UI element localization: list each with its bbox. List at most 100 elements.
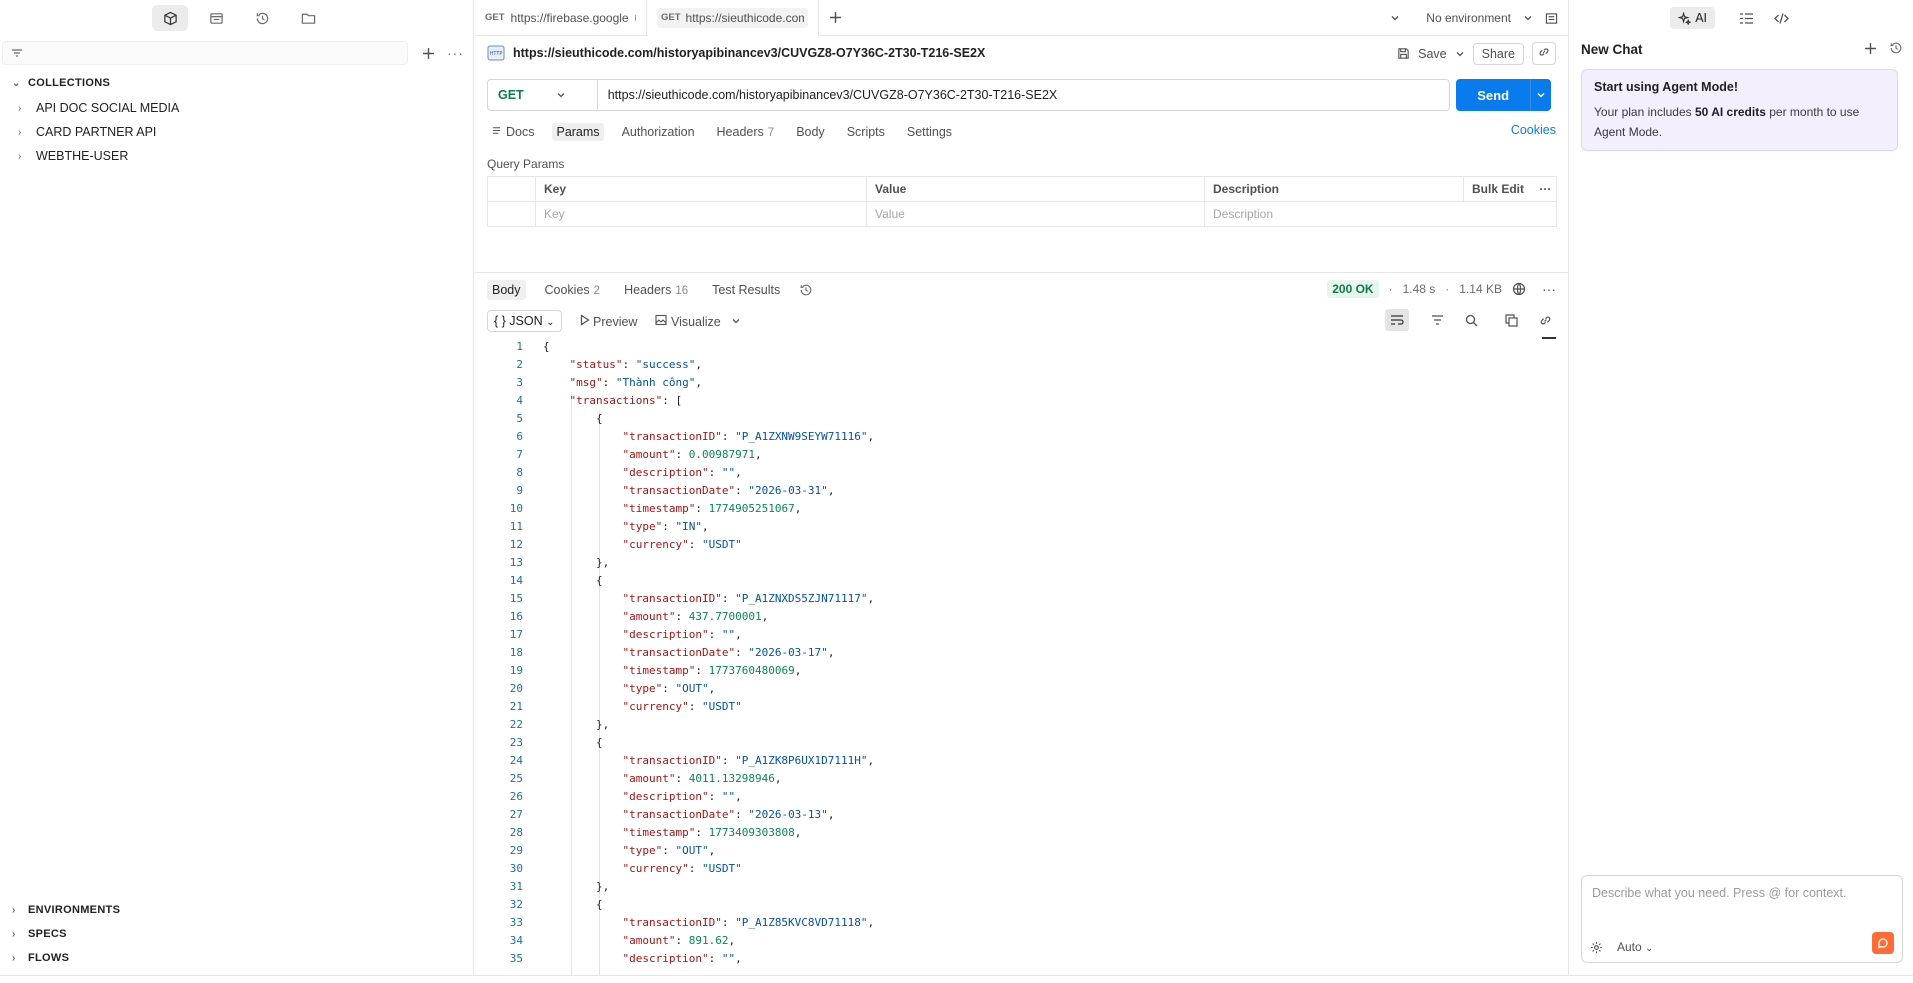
response-status: 200 OK · 1.48 s · 1.14 KB ··· <box>1327 280 1556 298</box>
filter-input[interactable] <box>2 41 408 65</box>
history-icon[interactable] <box>799 283 813 297</box>
send-message-button[interactable] <box>1872 932 1894 954</box>
response-size[interactable]: 1.14 KB <box>1459 282 1502 296</box>
status-badge[interactable]: 200 OK <box>1327 280 1379 298</box>
url-input[interactable]: https://sieuthicode.com/historyapibinanc… <box>596 79 1451 111</box>
search-button[interactable] <box>1459 309 1483 331</box>
history-nav-button[interactable] <box>244 5 280 31</box>
preview-button[interactable]: Preview <box>580 313 637 329</box>
environments-nav-button[interactable] <box>198 5 234 31</box>
code-text: "amount": 0.00987971, <box>622 448 762 461</box>
more-options-icon[interactable]: ··· <box>447 45 464 61</box>
code-line: 26 "description": "", <box>475 788 1545 806</box>
code-line: 13 }, <box>475 554 1545 572</box>
share-button[interactable]: Share <box>1472 42 1524 65</box>
tab-params[interactable]: Params <box>552 123 604 141</box>
copy-button[interactable] <box>1499 309 1523 331</box>
collection-item[interactable]: › API DOC SOCIAL MEDIA <box>0 101 179 115</box>
tab-authorization[interactable]: Authorization <box>618 123 699 141</box>
bulk-edit-button[interactable]: Bulk Edit <box>1472 182 1524 196</box>
response-view-toolbar: { } JSON ⌄ Preview Visualize <box>487 309 1557 333</box>
param-key-input[interactable]: Key <box>535 201 867 227</box>
collections-nav-button[interactable] <box>152 5 188 31</box>
environments-section-header[interactable]: › ENVIRONMENTS <box>0 904 120 916</box>
line-number: 14 <box>509 574 523 587</box>
line-number: 24 <box>509 754 523 767</box>
line-number: 7 <box>516 448 523 461</box>
new-tab-icon[interactable] <box>829 11 842 24</box>
flows-section-header[interactable]: › FLOWS <box>0 952 69 964</box>
code-text: "transactions": [ <box>569 394 683 407</box>
line-number: 31 <box>509 880 523 893</box>
request-url-bar: GET https://sieuthicode.com/historyapibi… <box>487 79 1551 111</box>
code-line: 2 "status": "success", <box>475 356 1545 374</box>
files-nav-button[interactable] <box>290 5 326 31</box>
mode-select[interactable]: Auto ⌄ <box>1617 940 1653 954</box>
request-title[interactable]: https://sieuthicode.com/historyapibinanc… <box>513 46 985 60</box>
wrap-lines-button[interactable] <box>1385 309 1409 331</box>
line-number: 15 <box>509 592 523 605</box>
tab-settings[interactable]: Settings <box>903 123 956 141</box>
globe-network-icon[interactable] <box>1512 282 1526 296</box>
chevron-down-icon[interactable] <box>1390 13 1400 23</box>
collection-item[interactable]: › CARD PARTNER API <box>0 125 156 139</box>
collection-item[interactable]: › WEBTHE-USER <box>0 149 128 163</box>
settings-gear-icon[interactable] <box>1590 941 1603 954</box>
new-chat-icon[interactable] <box>1864 41 1877 55</box>
chat-input[interactable]: Describe what you need. Press @ for cont… <box>1581 875 1903 963</box>
line-number: 5 <box>516 412 523 425</box>
outline-icon[interactable] <box>1739 12 1754 25</box>
tab-body[interactable]: Body <box>792 123 829 141</box>
code-line: 30 "currency": "USDT" <box>475 860 1545 878</box>
collections-header[interactable]: ⌄ COLLECTIONS <box>0 77 110 89</box>
column-header-key: Key <box>535 176 867 202</box>
add-icon[interactable] <box>422 47 435 60</box>
unsaved-dot-icon <box>634 14 636 21</box>
save-button[interactable]: Save <box>1418 47 1447 61</box>
tab-response-cookies[interactable]: Cookies 2 <box>540 280 606 300</box>
tab-label: Params <box>556 125 600 139</box>
chevron-down-icon[interactable] <box>1455 49 1465 59</box>
param-description-input[interactable]: Description <box>1204 201 1557 227</box>
environment-quicklook-icon[interactable] <box>1545 12 1558 25</box>
response-body-code[interactable]: 1{2 "status": "success", 3 "msg": "Thành … <box>475 338 1545 978</box>
history-icon[interactable] <box>1889 41 1903 55</box>
cookies-link[interactable]: Cookies <box>1511 123 1556 137</box>
environment-selector[interactable]: No environment <box>1390 0 1568 36</box>
send-options-chevron-icon[interactable] <box>1531 79 1551 111</box>
pane-divider[interactable] <box>475 272 1568 273</box>
copy-link-button[interactable] <box>1533 309 1557 331</box>
tab-response-headers[interactable]: Headers 16 <box>619 280 693 300</box>
code-line: 15 "transactionID": "P_A1ZNXDS5ZJN71117"… <box>475 590 1545 608</box>
tab-test-results[interactable]: Test Results <box>707 280 785 300</box>
chevron-down-icon[interactable] <box>731 316 741 326</box>
response-time[interactable]: 1.48 s <box>1403 282 1436 296</box>
param-value-input[interactable]: Value <box>866 201 1205 227</box>
request-tab[interactable]: GET https://firebase.google <box>475 0 647 36</box>
more-options-icon[interactable]: ··· <box>1542 281 1556 297</box>
ai-tab-button[interactable]: AI <box>1670 7 1715 29</box>
request-tab-active[interactable]: GET https://sieuthicode.com <box>647 0 819 36</box>
mode-label: Auto <box>1617 940 1642 954</box>
code-icon[interactable] <box>1774 12 1789 25</box>
line-number: 20 <box>509 682 523 695</box>
code-line: 16 "amount": 437.7700001, <box>475 608 1545 626</box>
method-select[interactable]: GET <box>487 79 597 111</box>
visualize-button[interactable]: Visualize <box>655 314 721 329</box>
code-text: "timestamp": 1774905251067, <box>622 502 802 515</box>
more-options-icon[interactable]: ··· <box>1539 182 1551 196</box>
specs-section-header[interactable]: › SPECS <box>0 928 67 940</box>
code-line: 10 "timestamp": 1774905251067, <box>475 500 1545 518</box>
tab-count: 7 <box>767 127 775 139</box>
format-select[interactable]: { } JSON ⌄ <box>487 310 562 332</box>
tab-scripts[interactable]: Scripts <box>843 123 889 141</box>
chevron-right-icon: › <box>18 150 22 162</box>
copy-link-button[interactable] <box>1532 42 1556 65</box>
send-button[interactable]: Send <box>1456 79 1531 111</box>
filter-button[interactable] <box>1425 309 1449 331</box>
tab-headers[interactable]: Headers 7 <box>713 123 779 141</box>
sparkle-icon <box>1678 11 1692 25</box>
line-number: 26 <box>509 790 523 803</box>
tab-response-body[interactable]: Body <box>487 280 526 300</box>
tab-docs[interactable]: Docs <box>487 123 538 141</box>
